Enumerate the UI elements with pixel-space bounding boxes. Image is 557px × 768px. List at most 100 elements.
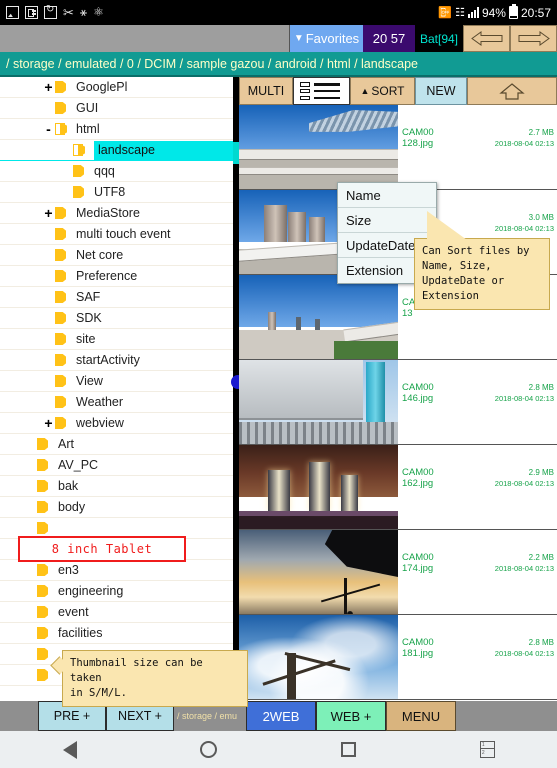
chevron-down-icon: ▼ xyxy=(293,33,304,44)
menu-button[interactable]: MENU xyxy=(386,701,456,731)
expand-icon[interactable]: + xyxy=(42,206,55,220)
new-folder-button[interactable]: NEW xyxy=(415,77,467,105)
clock-display[interactable]: 20 57 xyxy=(363,25,415,52)
folder-icon xyxy=(55,333,70,345)
bottom-right-pad xyxy=(456,701,557,731)
folder-icon xyxy=(55,396,70,408)
back-navigation-button[interactable] xyxy=(463,25,510,52)
tree-item-qqq[interactable]: qqq xyxy=(0,161,233,182)
tree-item-facilities[interactable]: facilities xyxy=(0,623,233,644)
tree-item-startactivity[interactable]: startActivity xyxy=(0,350,233,371)
file-list-item[interactable]: CAM00 2.9 MB 162.jpg 2018-08-04 02:13 xyxy=(239,445,557,530)
tree-item-label: webview xyxy=(76,416,124,430)
status-bar-clock: 20:57 xyxy=(520,5,551,20)
status-bar-notification-icons: ✂ ⚹ ⚛ xyxy=(6,4,104,20)
sort-button[interactable]: ▲ SORT xyxy=(350,77,415,105)
file-list-item[interactable]: CAM00 2.8 MB 146.jpg 2018-08-04 02:13 xyxy=(239,360,557,445)
tree-item-webview[interactable]: + webview xyxy=(0,413,233,434)
file-name-suffix: 181.jpg xyxy=(402,648,434,659)
parent-directory-button[interactable] xyxy=(467,77,557,105)
sort-menu-item-size[interactable]: Size xyxy=(338,208,436,233)
tree-item-label: bak xyxy=(58,479,79,493)
tree-item-mediastore[interactable]: + MediaStore xyxy=(0,203,233,224)
tree-item-label: SAF xyxy=(76,290,101,304)
file-list-item[interactable]: CAM00 2.2 MB 174.jpg 2018-08-04 02:13 xyxy=(239,530,557,615)
file-thumbnail[interactable] xyxy=(239,105,398,189)
file-name-suffix: 128.jpg xyxy=(402,138,434,149)
file-metadata: CAM00 2.9 MB 162.jpg 2018-08-04 02:13 xyxy=(402,467,554,489)
forward-navigation-button[interactable] xyxy=(510,25,557,52)
folder-icon xyxy=(55,102,70,114)
tree-item-weather[interactable]: Weather xyxy=(0,392,233,413)
tree-item-net-core[interactable]: Net core xyxy=(0,245,233,266)
tree-item-art[interactable]: Art xyxy=(0,434,233,455)
tree-item-en3[interactable]: en3 xyxy=(0,560,233,581)
collapse-icon[interactable]: - xyxy=(42,122,55,136)
list-view-button[interactable] xyxy=(293,77,350,105)
tree-item-event[interactable]: event xyxy=(0,602,233,623)
tree-item-saf[interactable]: SAF xyxy=(0,287,233,308)
battery-status-display[interactable]: Bat[94] xyxy=(415,25,463,52)
file-list-item[interactable]: CAM00 2.8 MB 181.jpg 2018-08-04 02:13 xyxy=(239,615,557,700)
file-manager-app: ✂ ⚹ ⚛ 📴 ☷ 94% 20:57 ▼ Favorites 20 57 Ba… xyxy=(0,0,557,768)
favorites-dropdown-button[interactable]: ▼ Favorites xyxy=(289,25,363,52)
file-thumbnail[interactable] xyxy=(239,615,398,699)
tree-item-site[interactable]: site xyxy=(0,329,233,350)
web-button[interactable]: WEB + xyxy=(316,701,386,731)
sd-card-icon xyxy=(25,6,38,19)
expand-icon[interactable]: + xyxy=(42,416,55,430)
file-thumbnail[interactable] xyxy=(239,275,398,359)
nav-split-screen-button[interactable]: 12 xyxy=(418,741,557,758)
folder-icon xyxy=(37,459,52,471)
file-metadata: CAM00 2.8 MB 146.jpg 2018-08-04 02:13 xyxy=(402,382,554,404)
tree-item-label: qqq xyxy=(94,164,115,178)
file-name-suffix: 162.jpg xyxy=(402,478,434,489)
file-size: 2.8 MB xyxy=(528,638,554,647)
tree-item-view[interactable]: View xyxy=(0,371,233,392)
toolbar-empty-space xyxy=(0,25,289,52)
folder-icon xyxy=(55,417,70,429)
android-icon: ⚛ xyxy=(93,5,104,19)
tree-item-label: html xyxy=(76,122,100,136)
tree-item-googlepl[interactable]: + GooglePl xyxy=(0,77,233,98)
tree-item-html[interactable]: - html xyxy=(0,119,233,140)
breadcrumb-path-text: / storage / emulated / 0 / DCIM / sample… xyxy=(6,56,419,71)
file-thumbnail[interactable] xyxy=(239,360,398,444)
nav-back-button[interactable] xyxy=(0,740,139,759)
tree-item-multi-touch-event[interactable]: multi touch event xyxy=(0,224,233,245)
thumbnail-annotation-callout: Thumbnail size can be taken in S/M/L. xyxy=(62,650,248,707)
folder-icon xyxy=(37,585,52,597)
tree-item-engineering[interactable]: engineering xyxy=(0,581,233,602)
file-thumbnail[interactable] xyxy=(239,530,398,614)
tree-item-landscape[interactable]: landscape xyxy=(0,140,233,161)
two-web-button[interactable]: 2WEB xyxy=(246,701,316,731)
file-list-item[interactable]: CAM00 2.7 MB 128.jpg 2018-08-04 02:13 xyxy=(239,105,557,190)
tree-item-preference[interactable]: Preference xyxy=(0,266,233,287)
tools-icon: ✂ xyxy=(63,5,74,20)
file-date: 2018-08-04 02:13 xyxy=(494,224,554,233)
tree-item-av-pc[interactable]: AV_PC xyxy=(0,455,233,476)
folder-icon xyxy=(55,123,70,135)
tree-item-label: facilities xyxy=(58,626,103,640)
folder-tree-panel[interactable]: + GooglePl GUI - html landscape qqq UTF8 + MediaS… xyxy=(0,77,233,701)
nav-home-button[interactable] xyxy=(139,741,278,758)
folder-icon xyxy=(37,438,52,450)
file-thumbnail[interactable] xyxy=(239,445,398,529)
breadcrumb-path-bar[interactable]: / storage / emulated / 0 / DCIM / sample… xyxy=(0,52,557,77)
folder-icon xyxy=(55,354,70,366)
file-name-prefix: CAM00 xyxy=(402,552,434,563)
tree-item-body[interactable]: body xyxy=(0,497,233,518)
image-icon xyxy=(6,6,19,19)
folder-icon xyxy=(55,249,70,261)
sort-menu-item-name[interactable]: Name xyxy=(338,183,436,208)
tree-item-utf8[interactable]: UTF8 xyxy=(0,182,233,203)
multi-select-button[interactable]: MULTI xyxy=(239,77,293,105)
nav-recents-button[interactable] xyxy=(279,742,418,757)
folder-icon xyxy=(55,81,70,93)
expand-icon[interactable]: + xyxy=(42,80,55,94)
tree-item-sdk[interactable]: SDK xyxy=(0,308,233,329)
vibrate-icon: 📴 xyxy=(438,7,453,19)
tree-item-bak[interactable]: bak xyxy=(0,476,233,497)
tree-item-label: multi touch event xyxy=(76,227,171,241)
tree-item-gui[interactable]: GUI xyxy=(0,98,233,119)
